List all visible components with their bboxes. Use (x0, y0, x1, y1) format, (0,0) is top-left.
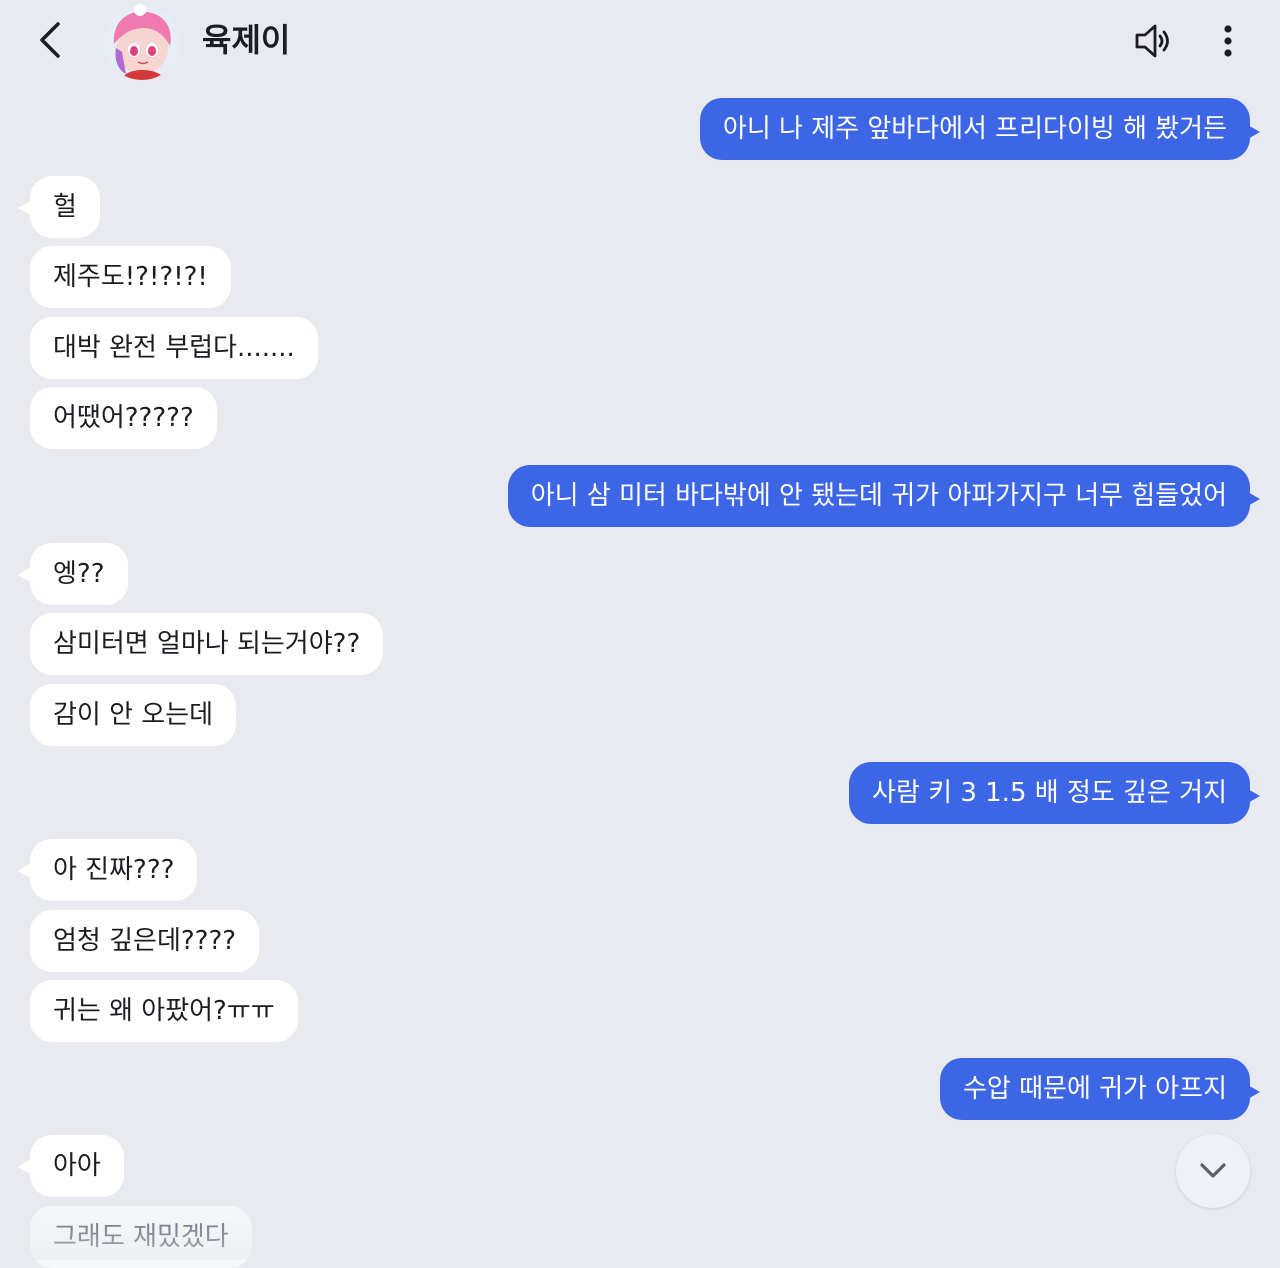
outgoing-message[interactable]: 아니 삼 미터 바다밖에 안 됐는데 귀가 아파가지구 너무 힘들었어 (507, 465, 1261, 527)
outgoing-message[interactable]: 수압 때문에 귀가 아프지 (940, 1058, 1260, 1120)
chevron-left-icon (40, 22, 60, 58)
incoming-message[interactable]: 아아 (18, 1135, 124, 1197)
incoming-message[interactable]: 엄청 깊은데???? (30, 910, 260, 972)
back-button[interactable] (32, 20, 68, 60)
incoming-message[interactable]: 대박 완전 부럽다....... (30, 317, 318, 379)
character-avatar-image (104, 4, 180, 80)
incoming-message[interactable]: 엥?? (18, 543, 128, 605)
scroll-to-bottom-button[interactable] (1176, 1134, 1250, 1208)
incoming-message[interactable]: 귀는 왜 아팠어?ㅠㅠ (30, 980, 298, 1042)
chat-title: 육제이 (202, 21, 291, 59)
outgoing-message[interactable]: 사람 키 3 1.5 배 정도 깊은 거지 (849, 762, 1260, 824)
sound-button[interactable] (1130, 18, 1176, 64)
incoming-message[interactable]: 감이 안 오는데 (30, 684, 237, 746)
chevron-down-icon (1200, 1163, 1226, 1178)
incoming-message[interactable]: 제주도!?!?!?! (30, 246, 231, 308)
incoming-message[interactable]: 어땠어????? (30, 387, 217, 449)
incoming-message[interactable]: 삼미터면 얼마나 되는거야?? (30, 613, 384, 675)
incoming-message[interactable]: 헐 (18, 176, 100, 238)
chat-header: 육제이 (0, 0, 1280, 82)
speaker-icon (1135, 24, 1169, 58)
more-options-button[interactable] (1208, 18, 1248, 64)
more-vertical-icon (1224, 25, 1232, 57)
outgoing-message[interactable]: 아니 나 제주 앞바다에서 프리다이빙 해 봤거든 (699, 98, 1261, 160)
avatar[interactable] (104, 4, 180, 80)
incoming-message[interactable]: 아 진짜??? (17, 839, 198, 901)
incoming-message[interactable]: 그래도 재밌겠다 (30, 1206, 252, 1268)
